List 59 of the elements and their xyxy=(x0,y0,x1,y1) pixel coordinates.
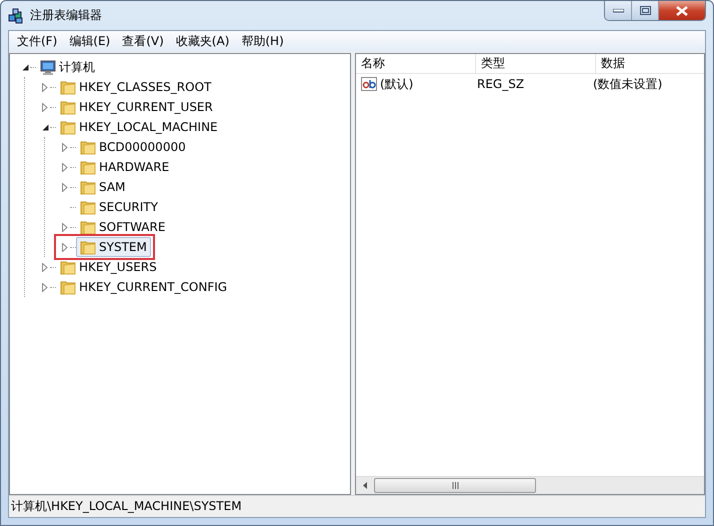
menu-item[interactable]: 查看(V) xyxy=(116,33,170,50)
expand-arrow-icon[interactable] xyxy=(42,282,48,292)
expand-arrow-icon[interactable] xyxy=(62,222,68,232)
close-button[interactable] xyxy=(659,1,705,20)
maximize-button[interactable] xyxy=(632,1,659,20)
horizontal-scrollbar[interactable] xyxy=(356,476,704,494)
folder-icon xyxy=(80,199,96,215)
tree-item[interactable]: SYSTEM xyxy=(76,237,151,257)
tree-item[interactable]: 计算机 xyxy=(36,56,99,78)
tree-item[interactable]: HKEY_USERS xyxy=(56,257,161,277)
folder-icon xyxy=(60,259,76,275)
menu-item[interactable]: 收藏夹(A) xyxy=(170,33,236,50)
tree-item[interactable]: HKEY_LOCAL_MACHINE xyxy=(56,117,222,137)
value-type: REG_SZ xyxy=(476,77,526,91)
tree-item[interactable]: SAM xyxy=(76,177,130,197)
collapse-arrow-icon[interactable] xyxy=(22,64,28,70)
restore-icon xyxy=(640,6,650,15)
grip-icon xyxy=(452,482,458,489)
folder-icon xyxy=(80,159,96,175)
computer-icon xyxy=(40,60,56,74)
window-title: 注册表编辑器 xyxy=(30,7,103,24)
minimize-icon xyxy=(612,8,624,12)
column-header[interactable]: 类型 xyxy=(476,54,596,73)
tree-item[interactable]: SECURITY xyxy=(76,197,162,217)
expand-arrow-icon[interactable] xyxy=(62,142,68,152)
expand-arrow-icon[interactable] xyxy=(42,82,48,92)
menu-item[interactable]: 文件(F) xyxy=(11,33,64,50)
menu-item[interactable]: 帮助(H) xyxy=(235,33,290,50)
expand-arrow-icon[interactable] xyxy=(42,262,48,272)
value-name[interactable]: (默认) xyxy=(380,76,414,92)
folder-icon xyxy=(60,279,76,295)
status-path: 计算机\HKEY_LOCAL_MACHINE\SYSTEM xyxy=(11,498,242,515)
minimize-button[interactable] xyxy=(605,1,632,20)
folder-icon xyxy=(60,99,76,115)
collapse-arrow-icon[interactable] xyxy=(42,124,48,130)
folder-icon xyxy=(80,239,96,255)
menu-item[interactable]: 编辑(E) xyxy=(63,33,116,50)
folder-icon xyxy=(80,179,96,195)
tree-item[interactable]: HKEY_CURRENT_USER xyxy=(56,97,217,117)
expand-arrow-icon[interactable] xyxy=(62,182,68,192)
tree-item[interactable]: HARDWARE xyxy=(76,157,174,177)
column-header[interactable]: 名称 xyxy=(356,54,476,73)
folder-icon xyxy=(80,219,96,235)
tree-item[interactable]: BCD00000000 xyxy=(76,137,190,157)
folder-icon xyxy=(60,79,76,95)
registry-cubes-icon xyxy=(8,8,24,24)
tree-item[interactable]: SOFTWARE xyxy=(76,217,170,237)
tree-item[interactable]: HKEY_CLASSES_ROOT xyxy=(56,77,216,97)
folder-icon xyxy=(80,139,96,155)
expand-arrow-icon[interactable] xyxy=(62,242,68,252)
tree-item[interactable]: HKEY_CURRENT_CONFIG xyxy=(56,277,232,297)
column-header[interactable]: 数据 xyxy=(596,54,704,73)
close-icon xyxy=(676,6,688,16)
string-value-icon xyxy=(361,77,377,91)
expand-arrow-icon[interactable] xyxy=(42,102,48,112)
value-data: (数值未设置) xyxy=(592,76,664,92)
scroll-left-icon[interactable] xyxy=(362,482,366,489)
folder-icon xyxy=(60,119,76,135)
expand-arrow-icon[interactable] xyxy=(62,162,68,172)
